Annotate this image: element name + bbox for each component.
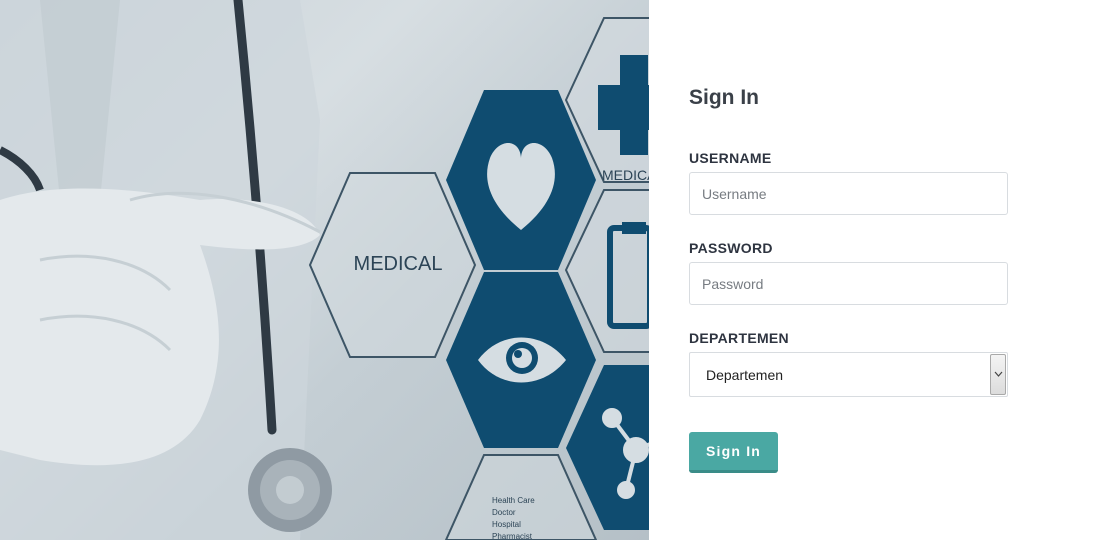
department-selected-value: Departemen	[706, 367, 784, 383]
chevron-down-icon[interactable]	[990, 354, 1006, 395]
department-label: DEPARTEMEN	[689, 330, 789, 346]
department-select[interactable]: Departemen	[689, 352, 1008, 397]
sign-in-button[interactable]: Sign In	[689, 432, 778, 473]
hex-line-3: Hospital	[492, 520, 521, 529]
hex-line-2: Doctor	[492, 508, 516, 517]
sign-in-panel: Sign In USERNAME PASSWORD DEPARTEMEN Dep…	[649, 0, 1095, 540]
medical-illustration: MEDICAL MEDICA Health Care	[0, 0, 649, 540]
username-input[interactable]	[689, 172, 1008, 215]
hex-medical-label: MEDICAL	[354, 253, 443, 275]
password-label: PASSWORD	[689, 240, 773, 256]
hex-medica-label: MEDICA	[602, 167, 649, 183]
hex-line-4: Pharmacist	[492, 532, 533, 540]
password-input[interactable]	[689, 262, 1008, 305]
hex-line-1: Health Care	[492, 496, 535, 505]
username-label: USERNAME	[689, 150, 772, 166]
page-title: Sign In	[689, 86, 759, 109]
hero-image: MEDICAL MEDICA Health Care	[0, 0, 649, 540]
